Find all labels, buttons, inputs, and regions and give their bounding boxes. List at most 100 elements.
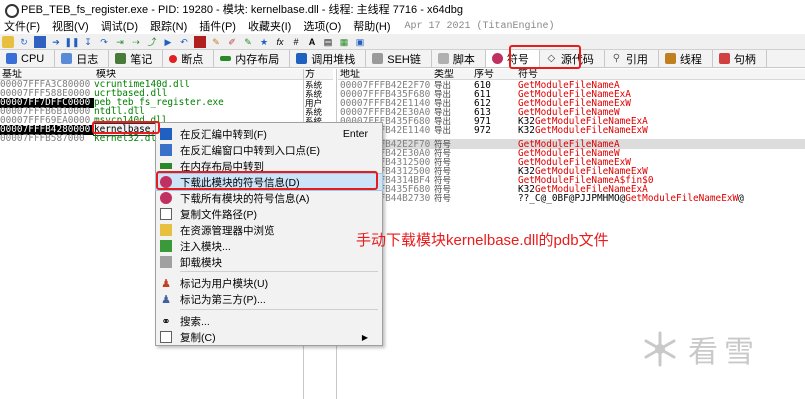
tab-bar: CPU 日志 笔记 断点 内存布局 调用堆栈 SEH链 脚本 符号 ◇ 源代码 ⚲… <box>0 50 805 68</box>
menu-file[interactable]: 文件(F) <box>4 18 40 34</box>
toolbar: ↻ ➔ ❚❚ ↧ ↷ ⇥ ⇢ ⤴ ▶ ↶ ✎ ✐ ✎ ★ fx # A ▤ ▦ … <box>0 34 805 50</box>
tab-references[interactable]: ⚲ 引用 <box>604 50 659 67</box>
menu-item-goto-entry-point[interactable]: 在反汇编窗口中转到入口点(E) <box>156 142 382 158</box>
log-icon <box>61 53 73 64</box>
menu-options[interactable]: 选项(O) <box>303 18 341 34</box>
header-module[interactable]: 模块 <box>96 69 116 79</box>
undo-icon[interactable]: ↶ <box>178 36 190 48</box>
tab-script[interactable]: 脚本 <box>431 50 486 67</box>
menu-item-search[interactable]: ⚭ 搜索... <box>156 313 382 329</box>
module-row[interactable]: 00007FFFB587000 kernel32.dll <box>0 134 162 144</box>
patch-icon[interactable]: ✎ <box>210 36 222 48</box>
tab-label: 断点 <box>181 53 204 66</box>
calculator-icon[interactable]: ▦ <box>338 36 350 48</box>
x64dbg-bug-icon <box>3 2 19 18</box>
watermark-text: 看雪 <box>688 336 760 369</box>
header-type[interactable]: 类型 <box>434 69 454 79</box>
tab-threads[interactable]: 线程 <box>658 50 713 67</box>
menu-help[interactable]: 帮助(H) <box>353 18 390 34</box>
functions-icon[interactable]: fx <box>274 36 286 48</box>
restart-icon[interactable]: ↻ <box>18 36 30 48</box>
pause-icon[interactable]: ❚❚ <box>64 36 79 48</box>
menu-item-download-all-symbols[interactable]: 下载所有模块的符号信息(A) <box>156 190 382 206</box>
font-icon[interactable]: A <box>306 36 318 48</box>
tab-label: 日志 <box>76 53 99 66</box>
tab-label: 笔记 <box>130 53 153 66</box>
kernelbase-highlight-box <box>92 121 160 134</box>
memory-map-goto-icon <box>160 163 172 169</box>
tab-call-stack[interactable]: 调用堆栈 <box>290 50 367 67</box>
menu-debug[interactable]: 调试(D) <box>101 18 138 34</box>
menu-item-unload-module[interactable]: 卸载模块 <box>156 254 382 270</box>
menu-item-browse-explorer[interactable]: 在资源管理器中浏览 <box>156 222 382 238</box>
menu-trace[interactable]: 跟踪(N) <box>150 18 187 34</box>
unload-module-icon <box>160 256 172 268</box>
menu-separator <box>180 309 378 310</box>
comments-icon[interactable]: ✐ <box>226 36 238 48</box>
menu-item-label: 搜索... <box>180 315 210 328</box>
tab-label: SEH链 <box>387 53 421 66</box>
user-module-icon: ♟ <box>161 277 171 290</box>
header-ordinal[interactable]: 序号 <box>474 69 494 79</box>
menu-item-label: 标记为第三方(P)... <box>180 293 266 306</box>
menu-bar: 文件(F) 视图(V) 调试(D) 跟踪(N) 插件(P) 收藏夹(I) 选项(… <box>0 18 805 34</box>
tab-label: CPU <box>21 52 45 65</box>
scylla-icon[interactable] <box>194 35 206 48</box>
tab-label: 线程 <box>679 53 702 66</box>
execute-till-return-icon[interactable]: ⤴ <box>146 36 158 48</box>
symbol-name: ??_C@_0BF@PJJPMHMO@GetModuleFileNameExW@ <box>518 193 744 204</box>
menu-view[interactable]: 视图(V) <box>52 18 89 34</box>
build-date: Apr 17 2021 (TitanEngine) <box>404 20 555 32</box>
step-into-icon[interactable]: ↧ <box>82 36 94 48</box>
trace-over-icon[interactable]: ⇢ <box>130 36 142 48</box>
menu-item-label: 下载所有模块的符号信息(A) <box>180 192 310 205</box>
header-party[interactable]: 方 <box>305 69 315 79</box>
tab-label: 脚本 <box>452 53 475 66</box>
tab-cpu[interactable]: CPU <box>0 50 56 67</box>
symbol-row[interactable]: 00007FFFB44B2730 符号 ??_C@_0BF@PJJPMHMO@Get… <box>340 193 744 204</box>
symbols-icon <box>491 53 503 64</box>
submenu-arrow-icon: ▶ <box>361 332 368 342</box>
open-folder-icon[interactable] <box>2 35 14 48</box>
step-over-icon[interactable]: ↷ <box>98 36 110 48</box>
threads-icon <box>664 53 676 64</box>
cheat-sheet-icon[interactable]: ▣ <box>354 36 366 48</box>
menu-item-copy[interactable]: 复制(C) ▶ <box>156 329 382 345</box>
breakpoint-icon <box>169 54 178 63</box>
menu-item-goto-disassembly[interactable]: 在反汇编中转到(F) Enter <box>156 126 382 142</box>
run-icon[interactable]: ➔ <box>50 36 62 48</box>
module-base: 00007FFFB587000 <box>0 133 85 144</box>
menu-plugins[interactable]: 插件(P) <box>199 18 236 34</box>
menu-item-copy-path[interactable]: 复制文件路径(P) <box>156 206 382 222</box>
tab-seh-chain[interactable]: SEH链 <box>366 50 432 67</box>
inject-module-icon <box>160 240 172 252</box>
copy-path-icon <box>160 208 172 220</box>
run-to-user-code-icon[interactable]: ▶ <box>162 36 174 48</box>
menu-favourites[interactable]: 收藏夹(I) <box>248 18 291 34</box>
close-icon[interactable] <box>34 35 46 48</box>
references-icon: ⚲ <box>612 53 621 64</box>
tab-memory-map[interactable]: 内存布局 <box>214 50 291 67</box>
menu-item-mark-user-module[interactable]: ♟ 标记为用户模块(U) <box>156 275 382 291</box>
search-icon: ⚭ <box>161 315 171 328</box>
symbol-type: 导出 <box>434 125 452 135</box>
download-symbols-highlight-box <box>156 171 378 190</box>
copy-icon <box>160 331 172 343</box>
trace-into-icon[interactable]: ⇥ <box>114 36 126 48</box>
labels-icon[interactable]: ✎ <box>242 36 254 48</box>
hash-icon[interactable]: # <box>290 36 302 48</box>
tab-breakpoints[interactable]: 断点 <box>163 50 215 67</box>
menu-item-label: 注入模块... <box>180 240 231 253</box>
symbol-row[interactable]: 00007FFFB42E1140 导出 972 K32GetModuleFileNam… <box>340 125 648 136</box>
header-symbol[interactable]: 符号 <box>518 69 538 79</box>
header-base[interactable]: 基址 <box>2 69 22 79</box>
tab-log[interactable]: 日志 <box>55 50 110 67</box>
tab-notes[interactable]: 笔记 <box>109 50 164 67</box>
menu-item-inject-module[interactable]: 注入模块... <box>156 238 382 254</box>
menu-item-mark-third-party[interactable]: ♟ 标记为第三方(P)... <box>156 291 382 307</box>
entry-point-icon <box>160 144 172 156</box>
tab-handles[interactable]: 句柄 <box>712 50 767 67</box>
bookmarks-icon[interactable]: ★ <box>258 36 270 48</box>
header-address[interactable]: 地址 <box>340 69 360 79</box>
sidebar-icon[interactable]: ▤ <box>322 36 334 48</box>
